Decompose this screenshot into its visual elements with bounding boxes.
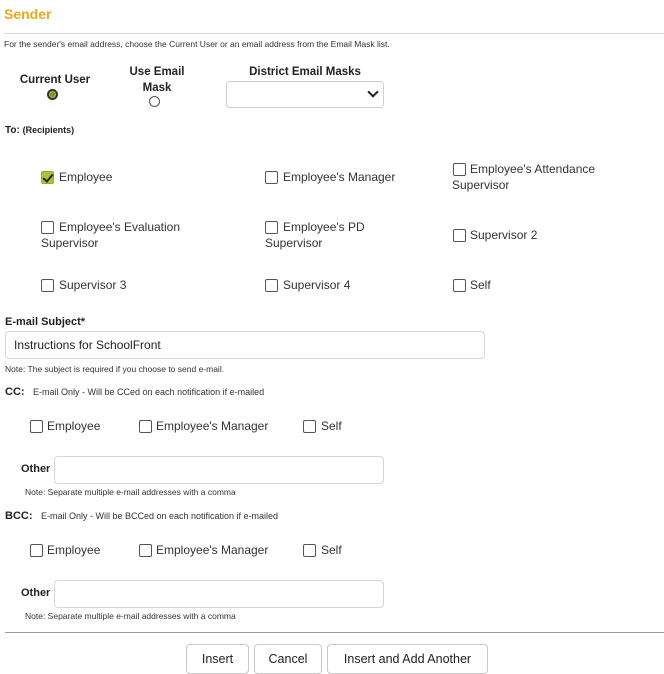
to-evaluation-label-line2: Supervisor (41, 236, 99, 250)
to-evaluation-label-line1: Employee's Evaluation (59, 220, 181, 234)
subject-input[interactable]: Instructions for SchoolFront (5, 331, 485, 359)
to-supervisor4-checkbox[interactable] (265, 279, 278, 292)
cc-employee-checkbox[interactable] (30, 420, 43, 433)
bcc-self-label: Self (321, 543, 342, 557)
to-employee-checkbox[interactable] (41, 171, 54, 184)
to-supervisor4-label: Supervisor 4 (283, 278, 351, 292)
bcc-other-input[interactable] (54, 580, 384, 608)
use-email-mask-label: Use Email Mask (129, 66, 185, 94)
insert-button[interactable]: Insert (186, 644, 249, 674)
footer-divider (5, 632, 664, 633)
subject-label: E-mail Subject* (5, 316, 86, 328)
sender-title: Sender (4, 6, 52, 22)
to-evaluation-supervisor-checkbox[interactable] (41, 221, 54, 234)
cc-label: CC: (5, 386, 25, 398)
to-pd-label-line2: Supervisor (265, 236, 323, 250)
bcc-label: BCC: (5, 510, 33, 522)
to-self-label: Self (470, 278, 491, 292)
to-pd-supervisor-checkbox[interactable] (265, 221, 278, 234)
to-attendance-label-line2: Supervisor (452, 178, 510, 192)
bcc-employee-checkbox[interactable] (30, 544, 43, 557)
to-sublabel: (Recipients) (22, 125, 75, 135)
insert-and-add-another-button[interactable]: Insert and Add Another (327, 644, 488, 674)
cc-self-label: Self (321, 419, 342, 433)
bcc-employee-label: Employee (47, 543, 101, 557)
current-user-radio[interactable] (47, 89, 58, 100)
to-supervisor2-checkbox[interactable] (453, 229, 466, 242)
chevron-down-icon (367, 86, 379, 98)
sender-hint: For the sender's email address, choose t… (4, 39, 390, 49)
cancel-button[interactable]: Cancel (254, 644, 322, 674)
current-user-label: Current User (19, 74, 91, 86)
to-supervisor3-label: Supervisor 3 (59, 278, 127, 292)
bcc-employees-manager-label: Employee's Manager (156, 543, 269, 557)
cc-note: Note: Separate multiple e-mail addresses… (25, 487, 236, 497)
cc-other-input[interactable] (54, 456, 384, 484)
to-attendance-label-line1: Employee's Attendance (470, 162, 596, 176)
bcc-employees-manager-checkbox[interactable] (139, 544, 152, 557)
to-supervisor2-label: Supervisor 2 (470, 228, 538, 242)
to-employee-label: Employee (59, 170, 113, 184)
cc-label-row: CC: E-mail Only - Will be CCed on each n… (5, 382, 264, 400)
to-pd-label-line1: Employee's PD (283, 220, 365, 234)
to-employees-manager-label: Employee's Manager (283, 170, 396, 184)
to-label: To: (5, 125, 20, 136)
to-attendance-supervisor-checkbox[interactable] (453, 163, 466, 176)
to-employees-manager-checkbox[interactable] (265, 171, 278, 184)
subject-note: Note: The subject is required if you cho… (5, 364, 225, 374)
cc-hint: E-mail Only - Will be CCed on each notif… (33, 387, 265, 397)
cc-other-label: Other (21, 463, 51, 475)
to-self-checkbox[interactable] (453, 279, 466, 292)
divider (4, 33, 664, 34)
district-masks-label: District Email Masks (249, 66, 361, 78)
cc-employee-label: Employee (47, 419, 101, 433)
use-email-mask-radio[interactable] (149, 96, 160, 107)
to-label-row: To: (Recipients) (5, 125, 74, 136)
cc-employees-manager-label: Employee's Manager (156, 419, 269, 433)
cc-employees-manager-checkbox[interactable] (139, 420, 152, 433)
district-masks-select[interactable] (226, 81, 384, 108)
bcc-note: Note: Separate multiple e-mail addresses… (25, 611, 236, 621)
bcc-self-checkbox[interactable] (303, 544, 316, 557)
to-supervisor3-checkbox[interactable] (41, 279, 54, 292)
bcc-hint: E-mail Only - Will be BCCed on each noti… (40, 511, 279, 521)
bcc-other-label: Other (21, 587, 51, 599)
bcc-label-row: BCC: E-mail Only - Will be BCCed on each… (5, 506, 278, 524)
cc-self-checkbox[interactable] (303, 420, 316, 433)
